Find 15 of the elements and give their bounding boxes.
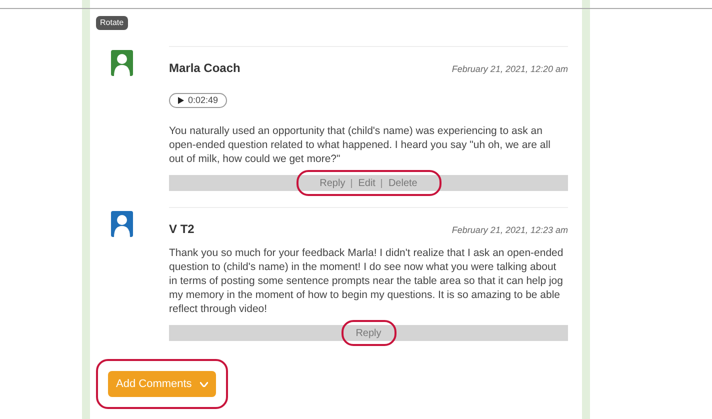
add-comments-button[interactable]: Add Comments [108,371,216,397]
play-icon [178,97,184,104]
comment-date: February 21, 2021, 12:23 am [452,224,568,237]
comment-action-link[interactable]: Delete [388,176,418,190]
author-name: Marla Coach [169,60,240,77]
comment-text: You naturally used an opportunity that (child's name) was experiencing to ask an open-ended question related to what happened. I heard you say "uh oh, we are all out of milk, how could we get more?" [169,124,552,166]
comment-action-link[interactable]: Reply [320,176,346,190]
comment-action-link[interactable]: Reply [356,326,382,340]
author-name: V T2 [169,221,194,238]
chevron-down-icon [200,382,208,386]
audio-player[interactable]: 0:02:49 [169,93,228,108]
comment-text: Thank you so much for your feedback Marla! I didn't realize that I ask an open-ended question to (child's name) in the moment! I do see now what you were talking about in terms of posting some sentence prompts near the table area so that it can help jog my memory in the moment of how to begin my questions. It is so amazing to be able reflect through video! [169,246,564,316]
comment-date: February 21, 2021, 12:20 am [452,63,568,76]
rotate-badge[interactable]: Rotate [96,16,128,30]
comment-action-link[interactable]: Edit [358,176,376,190]
